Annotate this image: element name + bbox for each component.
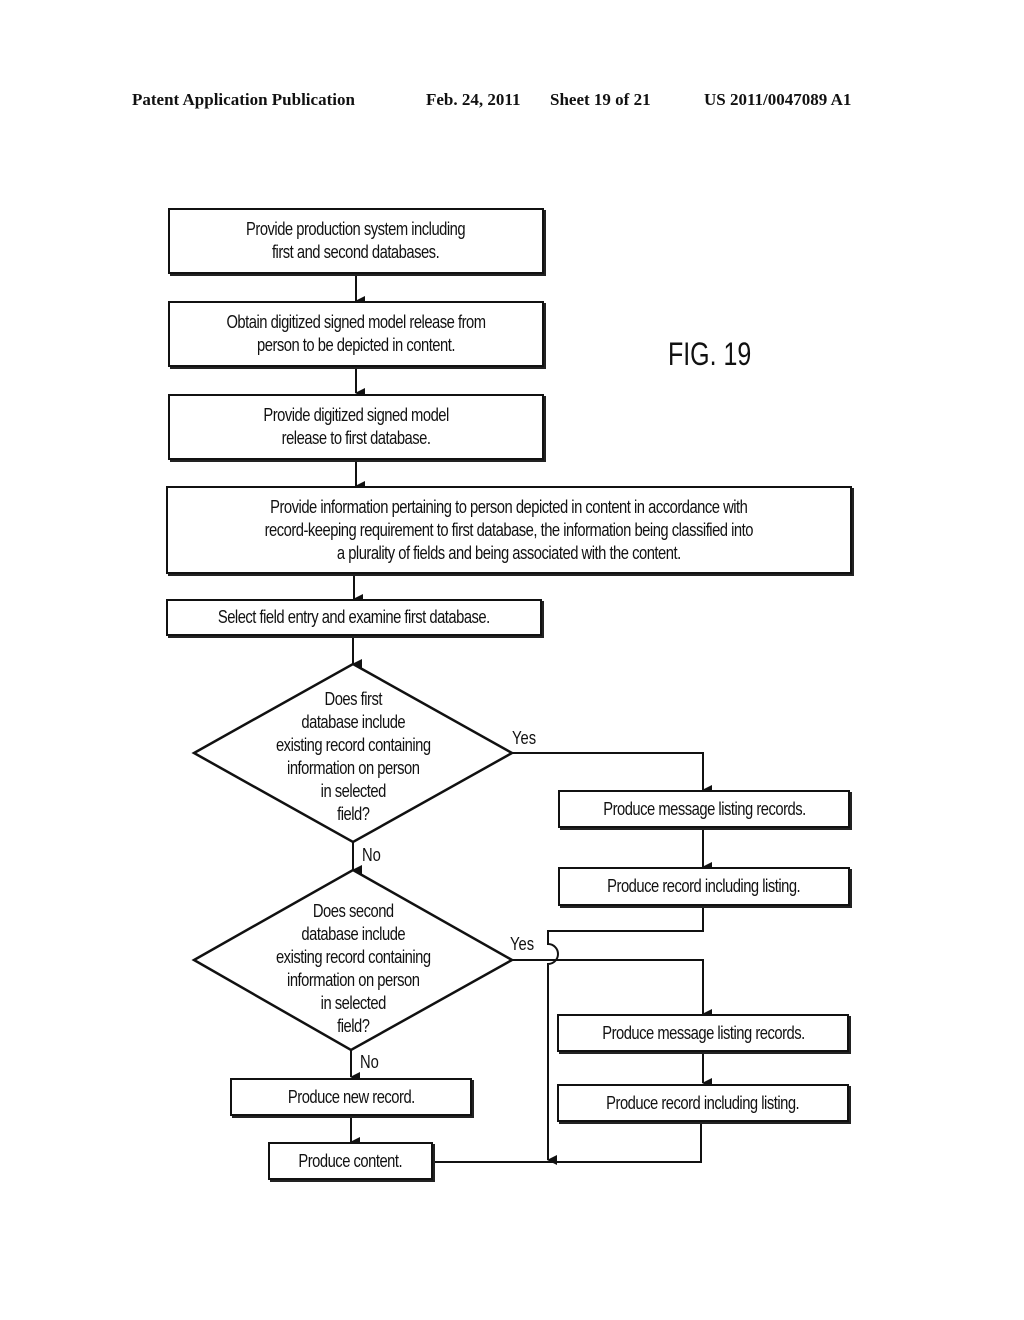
label-no-2: No xyxy=(360,1052,379,1072)
step-produce-content: Produce content. xyxy=(268,1142,433,1180)
arrow-decision1-yes xyxy=(512,752,712,795)
arrow-decision2-yes xyxy=(512,959,712,1019)
decision1-text: Does first database include existing rec… xyxy=(275,689,431,824)
arrow-yes2b-content xyxy=(425,1122,702,1167)
figure-label: FIG. 19 xyxy=(668,336,752,372)
step-provide-release-to-db: Provide digitized signed model release t… xyxy=(168,394,544,460)
step-yes1-produce-record: Produce record including listing. xyxy=(558,867,850,906)
step-provide-information: Provide information pertaining to person… xyxy=(166,486,852,574)
step-yes1-produce-message: Produce message listing records. xyxy=(558,790,850,828)
flowchart-connectors xyxy=(191,274,712,1167)
label-yes-2: Yes xyxy=(510,934,535,954)
decision2-text: Does second database include existing re… xyxy=(275,901,431,1036)
step-provide-production-system: Provide production system including firs… xyxy=(168,208,544,274)
step-select-field-entry: Select field entry and examine first dat… xyxy=(166,599,542,636)
label-no-1: No xyxy=(362,845,381,865)
step-produce-new-record: Produce new record. xyxy=(230,1078,472,1116)
step-obtain-model-release: Obtain digitized signed model release fr… xyxy=(168,301,544,367)
step-yes2-produce-record: Produce record including listing. xyxy=(557,1084,849,1122)
step-yes2-produce-message: Produce message listing records. xyxy=(557,1014,849,1052)
label-yes-1: Yes xyxy=(512,728,537,748)
